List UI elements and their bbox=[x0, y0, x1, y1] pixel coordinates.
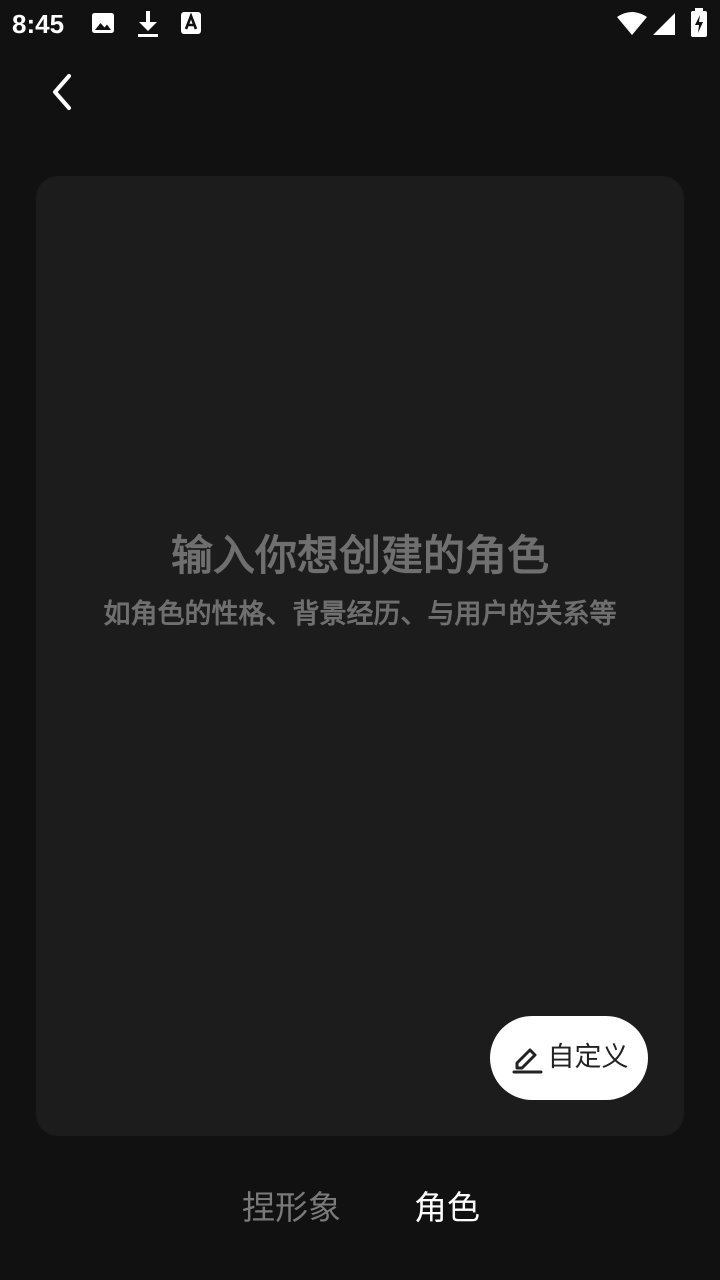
signal-icon bbox=[653, 13, 675, 35]
role-input-card[interactable]: 输入你想创建的角色 如角色的性格、背景经历、与用户的关系等 自定义 bbox=[36, 176, 684, 1136]
tab-avatar[interactable]: 捏形象 bbox=[242, 1180, 341, 1236]
text-a-icon bbox=[181, 12, 201, 34]
prompt-title: 输入你想创建的角色 bbox=[170, 531, 549, 580]
wifi-icon bbox=[617, 12, 647, 35]
status-bar: 8:45 bbox=[0, 0, 720, 48]
status-time: 8:45 bbox=[12, 9, 65, 39]
image-icon bbox=[92, 13, 114, 33]
custom-button[interactable]: 自定义 bbox=[490, 1016, 648, 1100]
back-button[interactable] bbox=[36, 66, 88, 118]
tab-role[interactable]: 角色 bbox=[414, 1180, 480, 1236]
pencil-icon bbox=[512, 1048, 542, 1074]
bottom-tabs: 捏形象 角色 bbox=[0, 1180, 720, 1236]
custom-button-label: 自定义 bbox=[547, 1042, 629, 1073]
battery-charging-icon bbox=[691, 8, 707, 37]
chevron-left-icon bbox=[53, 74, 71, 110]
download-icon bbox=[138, 11, 158, 37]
prompt-subtitle: 如角色的性格、背景经历、与用户的关系等 bbox=[103, 599, 617, 630]
